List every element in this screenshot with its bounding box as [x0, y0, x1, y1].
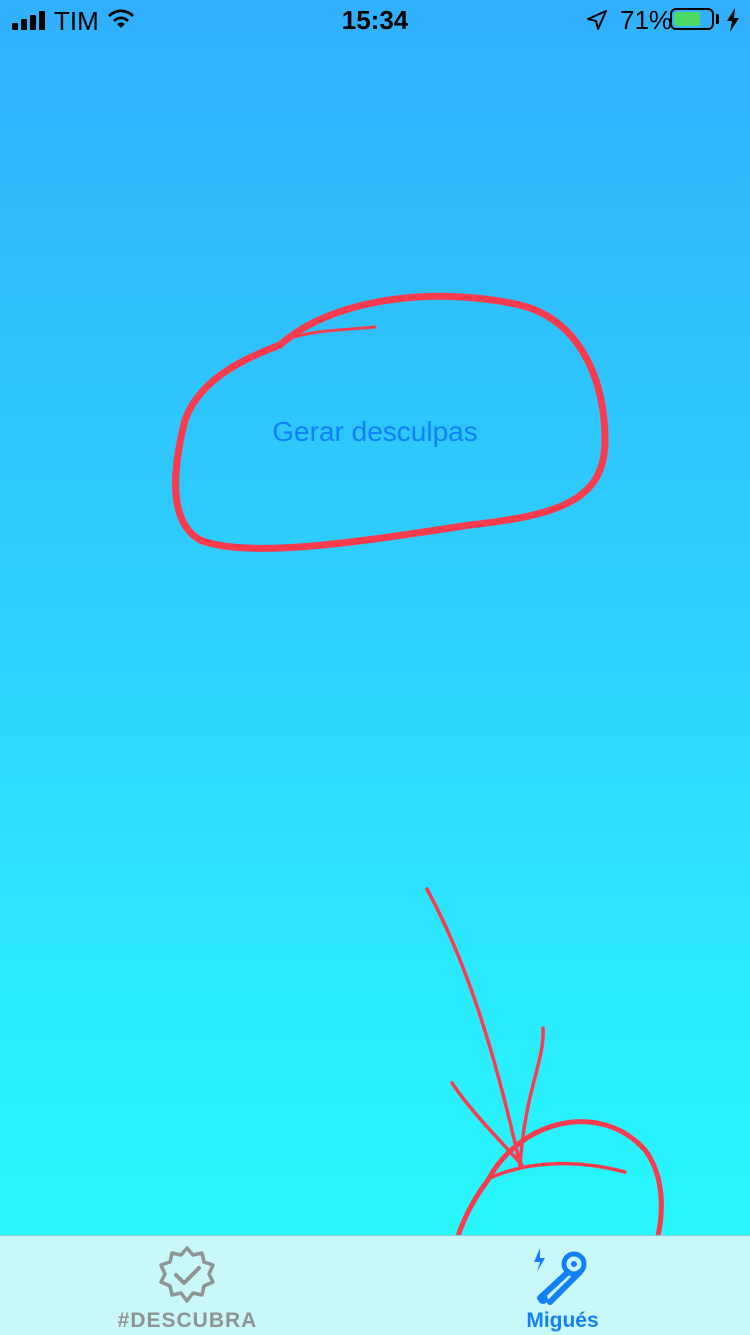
location-arrow-icon — [587, 10, 607, 30]
verified-badge-icon — [159, 1246, 215, 1303]
tab-migues[interactable]: Migués — [375, 1236, 750, 1335]
annotation-arrow-shaft — [425, 887, 522, 1167]
generate-excuses-button[interactable]: Gerar desculpas — [200, 410, 550, 454]
annotation-stroke-top — [283, 325, 377, 342]
battery-icon — [670, 8, 714, 30]
annotation-stroke-tab — [488, 1161, 627, 1180]
hand-drawn-annotations — [172, 292, 664, 1334]
battery-tip — [716, 14, 719, 24]
charging-bolt-icon — [727, 8, 739, 32]
annotation-arrow-right-head — [518, 1026, 545, 1168]
tab-migues-label: Migués — [526, 1309, 599, 1332]
safety-pin-bolt-icon — [534, 1248, 587, 1305]
annotation-arrow-left-head — [450, 1081, 524, 1167]
tab-descubra[interactable]: #DESCUBRA — [0, 1236, 375, 1335]
tab-descubra-label: #DESCUBRA — [117, 1309, 258, 1332]
battery-percent: 71% — [620, 5, 673, 35]
status-bar: TIM 15:34 71% — [0, 0, 750, 40]
tab-bar: #DESCUBRA Migués — [0, 1235, 750, 1335]
